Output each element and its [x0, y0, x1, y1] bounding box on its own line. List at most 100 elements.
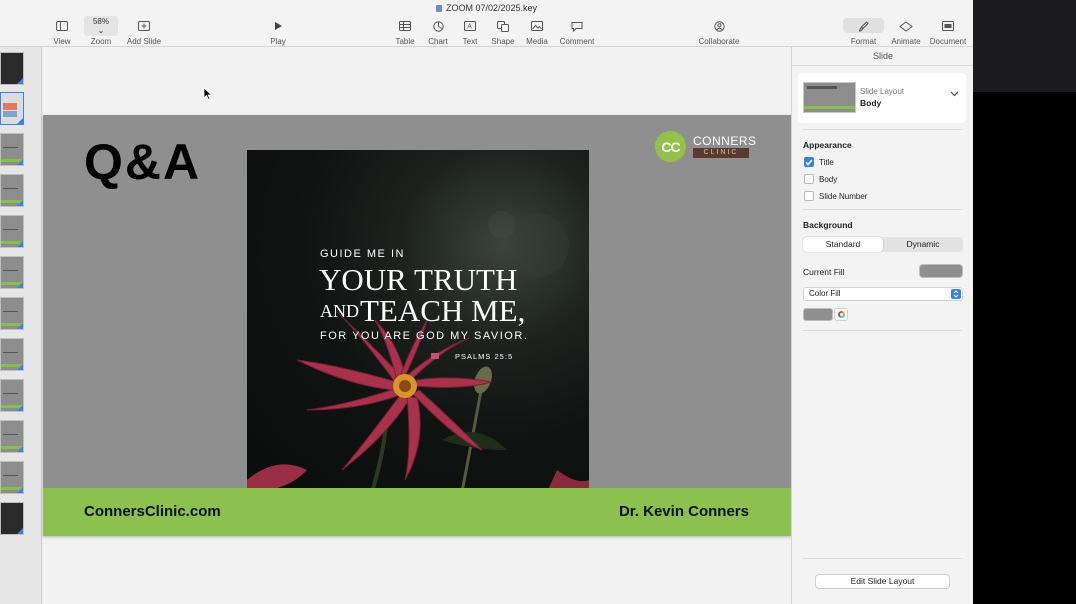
window-title-text: ZOOM 07/02/2025.key [445, 3, 538, 13]
table-label: Table [395, 37, 415, 46]
slide-thumbnail[interactable] [0, 52, 24, 85]
slide-layout-value: Body [860, 98, 882, 108]
mouse-pointer-icon [203, 87, 213, 101]
slide-thumbnail[interactable] [0, 215, 24, 248]
body-checkbox-label: Body [819, 174, 838, 184]
animate-button[interactable]: Animate [888, 18, 924, 46]
toolbar: ZOOM 07/02/2025.key View 58% ⌄ Zoom Add … [0, 0, 973, 47]
collaborate-button[interactable]: Collaborate [696, 18, 742, 46]
chevron-down-icon [950, 91, 959, 97]
slide-title[interactable]: Q&A [84, 133, 201, 191]
format-label: Format [850, 37, 877, 46]
slide-thumbnail[interactable] [0, 461, 24, 494]
fill-type-select[interactable]: Color Fill [803, 287, 963, 301]
document-label: Document [929, 37, 967, 46]
body-checkbox-row[interactable]: Body [804, 173, 837, 185]
zoom-value-text: 58% [92, 17, 109, 26]
slide-number-checkbox-row[interactable]: Slide Number [804, 190, 867, 202]
shape-label: Shape [491, 37, 515, 46]
media-icon [531, 21, 543, 31]
slide-thumbnail[interactable] [0, 502, 24, 535]
appearance-heading: Appearance [803, 140, 852, 150]
zoom-value: 58% ⌄ [84, 16, 118, 36]
view-label: View [53, 37, 71, 46]
slide[interactable]: Q&A CC CONNERS CLINIC GUIDE ME IN YOUR T… [43, 115, 791, 536]
table-icon [399, 21, 411, 31]
table-button[interactable]: Table [394, 18, 416, 46]
chart-button[interactable]: Chart [426, 18, 450, 46]
view-button[interactable]: View [52, 18, 72, 46]
keynote-doc-icon [435, 5, 442, 12]
slide-thumbnail[interactable] [0, 256, 24, 289]
body-checkbox[interactable] [804, 174, 814, 184]
window-title: ZOOM 07/02/2025.key [0, 3, 973, 13]
zoom-button[interactable]: 58% ⌄ Zoom [84, 16, 118, 46]
slide-thumbnail[interactable] [0, 92, 24, 125]
edit-slide-layout-button[interactable]: Edit Slide Layout [815, 574, 950, 589]
slide-thumbnail[interactable] [0, 420, 24, 453]
document-icon [942, 21, 954, 31]
title-checkbox-label: Title [819, 157, 834, 167]
divider [802, 558, 962, 559]
comment-label: Comment [559, 37, 595, 46]
add-slide-button[interactable]: Add Slide [124, 18, 164, 46]
add-slide-label: Add Slide [126, 37, 162, 46]
color-well[interactable] [803, 308, 833, 321]
footer-presenter[interactable]: Dr. Kevin Conners [619, 503, 749, 520]
zoom-label: Zoom [90, 37, 112, 46]
document-button[interactable]: Document [927, 18, 969, 46]
standard-option[interactable]: Standard [803, 237, 883, 252]
slide-thumbnail[interactable] [0, 379, 24, 412]
scripture-image[interactable]: GUIDE ME IN YOUR TRUTH AND TEACH ME, FOR… [247, 150, 589, 492]
slide-layout-caption: Slide Layout [860, 87, 905, 96]
slide-thumbnail[interactable] [0, 133, 24, 166]
quote-and: AND [320, 301, 359, 321]
text-label: Text [462, 37, 478, 46]
color-wheel-icon[interactable] [834, 308, 848, 321]
footer-website[interactable]: ConnersClinic.com [84, 503, 221, 520]
play-label: Play [270, 37, 286, 46]
background-type-segmented-control: Standard Dynamic [803, 237, 963, 252]
shape-button[interactable]: Shape [490, 18, 516, 46]
layout-thumbnail [803, 82, 856, 113]
format-button[interactable]: Format [843, 18, 884, 46]
format-inspector: Slide Slide Layout Body Appearance Title… [791, 47, 973, 604]
slide-number-checkbox[interactable] [804, 191, 814, 201]
quote-line-3: TEACH ME, [360, 293, 526, 328]
title-checkbox-row[interactable]: Title [804, 156, 834, 168]
chevron-down-icon: ⌄ [97, 26, 105, 35]
checkmark-icon [805, 159, 813, 166]
thumbnail-image [3, 111, 17, 117]
background-window [973, 0, 1076, 92]
thumbnail-image [3, 103, 17, 110]
divider [802, 330, 962, 331]
logo-circle: CC [655, 131, 686, 162]
chart-label: Chart [428, 37, 448, 46]
current-fill-swatch[interactable] [919, 264, 963, 278]
shape-icon [497, 20, 509, 32]
slide-layout-picker[interactable]: Slide Layout Body [798, 73, 966, 123]
comment-icon [571, 21, 583, 32]
slide-thumbnail[interactable] [0, 174, 24, 207]
fill-type-value: Color Fill [809, 289, 841, 298]
sidebar-icon [56, 21, 68, 31]
current-fill-label: Current Fill [803, 267, 845, 277]
media-button[interactable]: Media [524, 18, 550, 46]
quote-line-1: GUIDE ME IN [320, 248, 405, 260]
conners-clinic-logo[interactable]: CC CONNERS CLINIC [655, 131, 756, 163]
collaborate-label: Collaborate [698, 37, 740, 46]
text-button[interactable]: A Text [459, 18, 481, 46]
select-stepper-icon [951, 289, 961, 299]
play-button[interactable]: Play [266, 18, 290, 46]
quote-reference: PSALMS 25:5 [455, 352, 514, 361]
slide-thumbnail[interactable] [0, 297, 24, 330]
dynamic-option[interactable]: Dynamic [883, 237, 963, 252]
slide-thumbnail[interactable] [0, 338, 24, 371]
inspector-header: Slide [792, 47, 973, 66]
slide-number-checkbox-label: Slide Number [819, 191, 868, 201]
text-box-icon: A [464, 21, 476, 31]
comment-button[interactable]: Comment [557, 18, 597, 46]
slide-navigator [0, 47, 42, 604]
logo-name: CONNERS [693, 134, 757, 148]
title-checkbox[interactable] [804, 157, 814, 167]
